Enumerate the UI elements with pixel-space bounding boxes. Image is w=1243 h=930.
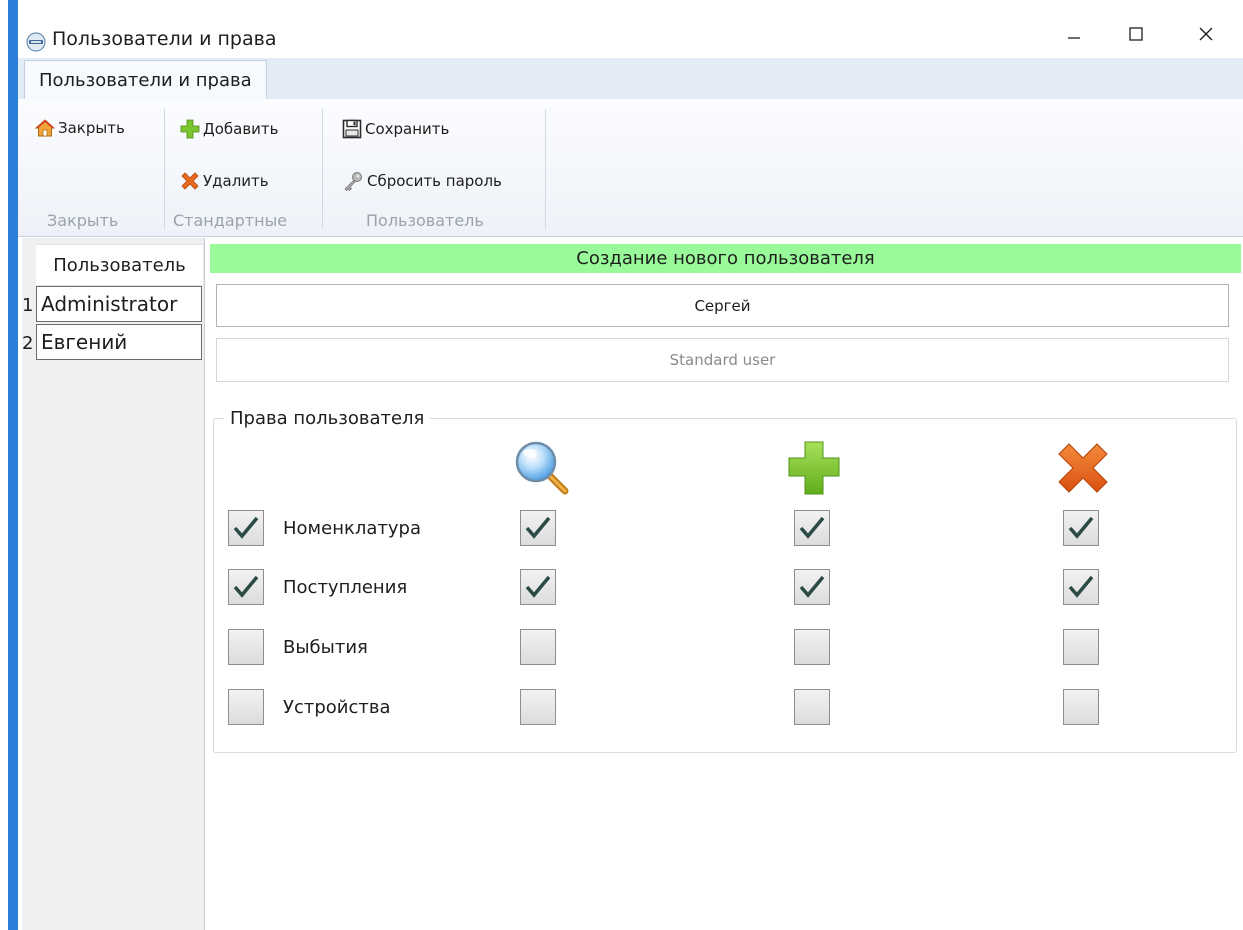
enable-checkbox[interactable] xyxy=(228,569,264,605)
checkmark-icon xyxy=(233,516,259,539)
users-table: Пользователь 1 Administrator 2 Евгений xyxy=(22,238,205,930)
maximize-icon xyxy=(1129,27,1143,41)
delete-checkbox[interactable] xyxy=(1063,569,1099,605)
key-icon xyxy=(344,172,362,191)
checkmark-icon xyxy=(1068,516,1094,539)
permission-label: Поступления xyxy=(283,576,408,598)
plus-icon xyxy=(180,119,200,139)
group-separator xyxy=(545,109,546,229)
user-editor: Создание нового пользователя Сергей Stan… xyxy=(210,238,1243,930)
group-label-standard: Стандартные xyxy=(173,211,288,230)
maximize-button[interactable] xyxy=(1110,14,1162,54)
permission-label: Выбытия xyxy=(283,636,368,658)
user-name-cell[interactable]: Евгений xyxy=(36,324,202,360)
reset-password-ribbon-button[interactable]: Сбросить пароль xyxy=(342,171,502,191)
delete-x-icon xyxy=(1058,443,1108,493)
ribbon-tab-strip: Пользователи и права xyxy=(18,58,1243,99)
table-row[interactable]: 1 Administrator xyxy=(22,286,204,324)
home-icon xyxy=(35,119,55,137)
delete-ribbon-button[interactable]: Удалить xyxy=(180,171,269,191)
add-column-header xyxy=(784,437,844,499)
user-rights-group: Права пользователя Номенклатура Поступле… xyxy=(213,408,1237,753)
view-checkbox[interactable] xyxy=(520,569,556,605)
checkmark-icon xyxy=(799,575,825,598)
save-ribbon-button[interactable]: Сохранить xyxy=(342,119,449,139)
group-separator xyxy=(164,109,165,229)
add-checkbox[interactable] xyxy=(794,569,830,605)
save-ribbon-label: Сохранить xyxy=(365,120,450,138)
add-checkbox[interactable] xyxy=(794,689,830,725)
permission-label: Номенклатура xyxy=(283,517,421,539)
status-banner: Создание нового пользователя xyxy=(210,244,1241,273)
delete-ribbon-label: Удалить xyxy=(203,172,269,190)
permission-label: Устройства xyxy=(283,696,391,718)
role-field[interactable]: Standard user xyxy=(216,338,1229,382)
table-row[interactable]: 2 Евгений xyxy=(22,324,204,362)
app-logo-icon xyxy=(26,32,46,52)
enable-checkbox[interactable] xyxy=(228,510,264,546)
view-column-header xyxy=(512,437,572,499)
checkmark-icon xyxy=(525,575,551,598)
minimize-icon xyxy=(1068,37,1080,39)
delete-checkbox[interactable] xyxy=(1063,510,1099,546)
checkmark-icon xyxy=(233,575,259,598)
close-icon xyxy=(1199,27,1213,41)
magnifier-icon xyxy=(515,441,569,495)
add-ribbon-label: Добавить xyxy=(203,120,279,138)
checkmark-icon xyxy=(525,516,551,539)
username-input[interactable]: Сергей xyxy=(216,284,1229,327)
minimize-button[interactable] xyxy=(1048,14,1100,54)
title-bar[interactable]: Пользователи и права xyxy=(18,0,1243,58)
close-ribbon-label: Закрыть xyxy=(58,119,125,137)
group-label-close: Закрыть xyxy=(47,211,119,230)
add-checkbox[interactable] xyxy=(794,629,830,665)
delete-checkbox[interactable] xyxy=(1063,689,1099,725)
window-title: Пользователи и права xyxy=(52,28,277,50)
view-checkbox[interactable] xyxy=(520,689,556,725)
close-ribbon-button[interactable]: Закрыть xyxy=(35,119,125,137)
delete-column-header xyxy=(1053,437,1113,499)
reset-password-ribbon-label: Сбросить пароль xyxy=(367,172,502,190)
view-checkbox[interactable] xyxy=(520,510,556,546)
app-window: Пользователи и права Пользователи и прав… xyxy=(18,0,1243,930)
ribbon: Закрыть Закрыть Добавить Удалить Стандар… xyxy=(18,99,1243,237)
window-accent-border xyxy=(8,0,18,930)
users-column-header[interactable]: Пользователь xyxy=(36,244,204,286)
add-checkbox[interactable] xyxy=(794,510,830,546)
enable-checkbox[interactable] xyxy=(228,629,264,665)
tab-users-and-rights[interactable]: Пользователи и права xyxy=(24,60,267,99)
view-checkbox[interactable] xyxy=(520,629,556,665)
desktop-edge xyxy=(0,0,8,930)
group-label-user: Пользователь xyxy=(366,211,484,230)
checkmark-icon xyxy=(799,516,825,539)
enable-checkbox[interactable] xyxy=(228,689,264,725)
group-separator xyxy=(322,109,323,229)
row-number: 1 xyxy=(22,294,34,316)
close-button[interactable] xyxy=(1180,14,1232,54)
row-number: 2 xyxy=(22,332,34,354)
save-icon xyxy=(342,119,362,139)
checkmark-icon xyxy=(1068,575,1094,598)
add-ribbon-button[interactable]: Добавить xyxy=(180,119,279,139)
delete-x-icon xyxy=(181,172,199,190)
delete-checkbox[interactable] xyxy=(1063,629,1099,665)
rights-legend: Права пользователя xyxy=(224,408,431,429)
user-name-cell[interactable]: Administrator xyxy=(36,286,202,322)
plus-icon xyxy=(788,441,840,495)
